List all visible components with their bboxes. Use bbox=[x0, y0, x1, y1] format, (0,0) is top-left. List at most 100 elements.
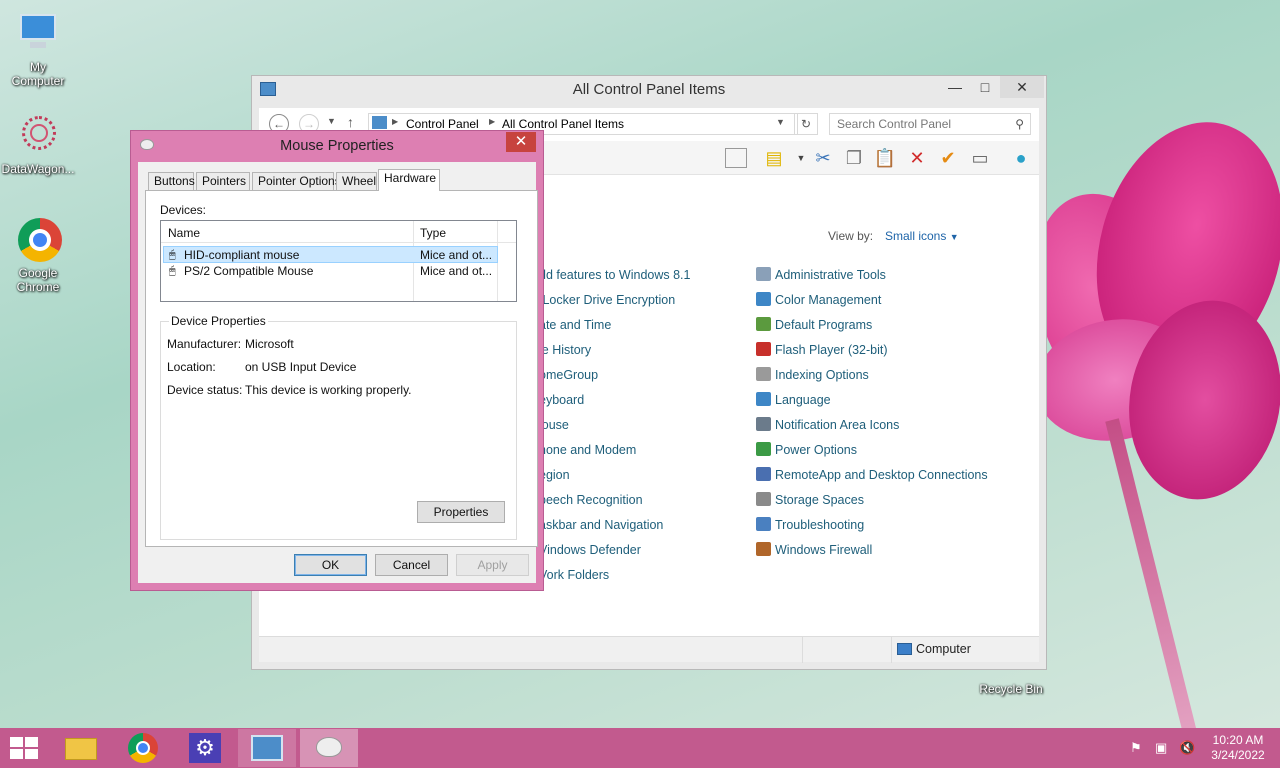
clock[interactable]: 10:20 AM 3/24/2022 bbox=[1206, 733, 1270, 763]
dialog-close-button[interactable]: ✕ bbox=[506, 132, 536, 152]
control-panel-item[interactable]: Windows Firewall bbox=[756, 541, 872, 559]
globe-icon[interactable]: ● bbox=[1009, 146, 1033, 170]
control-panel-icon bbox=[260, 82, 276, 96]
default-programs-icon bbox=[756, 317, 771, 331]
control-panel-item[interactable]: Flash Player (32-bit) bbox=[756, 341, 888, 359]
dialog-body: Buttons Pointers Pointer Options Wheel H… bbox=[138, 162, 538, 583]
tab-pointers[interactable]: Pointers bbox=[196, 172, 250, 190]
minimize-button[interactable]: — bbox=[940, 76, 970, 98]
control-panel-item[interactable]: Default Programs bbox=[756, 316, 872, 334]
dropdown-icon[interactable]: ▼ bbox=[789, 146, 813, 170]
tab-wheel[interactable]: Wheel bbox=[336, 172, 377, 190]
address-dropdown-icon[interactable]: ▼ bbox=[776, 117, 785, 127]
search-input[interactable]: Search Control Panel ⚲ bbox=[829, 113, 1031, 135]
control-panel-item[interactable]: Indexing Options bbox=[756, 366, 869, 384]
mouse-device-icon: 🖱 bbox=[169, 249, 176, 261]
cancel-button[interactable]: Cancel bbox=[375, 554, 448, 576]
control-panel-item[interactable]: Troubleshooting bbox=[756, 516, 864, 534]
control-panel-item[interactable]: Power Options bbox=[756, 441, 857, 459]
control-panel-item[interactable]: hone and Modem bbox=[539, 441, 636, 459]
check-icon[interactable]: ✔ bbox=[936, 146, 960, 170]
maximize-button[interactable]: □ bbox=[970, 76, 1000, 98]
control-panel-item-label: Flash Player (32-bit) bbox=[775, 343, 888, 357]
devices-list[interactable]: Name Type 🖱 HID-compliant mouse Mice and… bbox=[160, 220, 517, 302]
action-center-flag-icon[interactable]: ⚑ bbox=[1130, 740, 1142, 756]
up-button[interactable]: ↑ bbox=[347, 114, 354, 130]
start-button[interactable] bbox=[10, 737, 38, 759]
clock-date: 3/24/2022 bbox=[1211, 748, 1265, 762]
color-management-icon bbox=[756, 292, 771, 306]
taskbar-chrome[interactable] bbox=[114, 729, 172, 767]
control-panel-item[interactable]: Language bbox=[756, 391, 831, 409]
dialog-title: Mouse Properties bbox=[280, 138, 394, 154]
close-button[interactable]: ✕ bbox=[1000, 76, 1044, 98]
volume-muted-icon[interactable]: 🔇 bbox=[1179, 740, 1195, 756]
column-header-type[interactable]: Type bbox=[420, 226, 446, 240]
taskbar-mouse-properties[interactable] bbox=[300, 729, 358, 767]
device-status-value: This device is working properly. bbox=[245, 383, 412, 397]
apply-button[interactable]: Apply bbox=[456, 554, 529, 576]
breadcrumb-control-panel[interactable]: Control Panel bbox=[406, 117, 479, 131]
layout-icon[interactable] bbox=[725, 148, 747, 168]
desktop-icon-google-chrome[interactable]: Google Chrome bbox=[0, 216, 76, 294]
control-panel-item[interactable]: le History bbox=[539, 341, 591, 359]
properties-icon[interactable]: ▤ bbox=[762, 146, 786, 170]
properties-button[interactable]: Properties bbox=[417, 501, 505, 523]
control-panel-icon bbox=[251, 735, 283, 761]
cut-icon[interactable]: ✂ bbox=[811, 146, 835, 170]
desktop-icon-my-computer[interactable]: My Computer bbox=[0, 10, 76, 88]
desktop-icon-recycle-bin[interactable]: Recycle Bin bbox=[973, 682, 1049, 696]
tab-hardware[interactable]: Hardware bbox=[378, 169, 440, 191]
control-panel-item[interactable]: RemoteApp and Desktop Connections bbox=[756, 466, 988, 484]
breadcrumb-all-items[interactable]: All Control Panel Items bbox=[502, 117, 624, 131]
taskbar-file-explorer[interactable] bbox=[52, 729, 110, 767]
search-placeholder: Search Control Panel bbox=[837, 117, 952, 131]
control-panel-item-label: Color Management bbox=[775, 293, 882, 307]
ok-button[interactable]: OK bbox=[294, 554, 367, 576]
control-panel-item[interactable]: ate and Time bbox=[539, 316, 611, 334]
device-row[interactable]: 🖱 PS/2 Compatible Mouse Mice and ot... bbox=[163, 263, 498, 280]
delete-icon[interactable]: ✕ bbox=[905, 146, 929, 170]
copy-icon[interactable]: ❐ bbox=[842, 146, 866, 170]
search-icon: ⚲ bbox=[1015, 117, 1024, 131]
troubleshooting-icon bbox=[756, 517, 771, 531]
taskbar: ⚙ ⚑ ▣ 🔇 10:20 AM 3/24/2022 bbox=[0, 728, 1280, 768]
device-properties-group: Device Properties Manufacturer: Microsof… bbox=[160, 314, 517, 540]
chevron-down-icon: ▼ bbox=[949, 232, 959, 242]
refresh-icon[interactable]: ↻ bbox=[794, 113, 818, 135]
control-panel-item-label: RemoteApp and Desktop Connections bbox=[775, 468, 988, 482]
desktop-icon-datawagon[interactable]: DataWagon... bbox=[0, 112, 76, 176]
control-panel-item-label: Administrative Tools bbox=[775, 268, 886, 282]
control-panel-item[interactable]: Color Management bbox=[756, 291, 881, 309]
tab-pointer-options[interactable]: Pointer Options bbox=[252, 172, 341, 190]
taskbar-control-panel[interactable] bbox=[238, 729, 296, 767]
control-panel-item[interactable]: omeGroup bbox=[539, 366, 598, 384]
device-type: Mice and ot... bbox=[420, 264, 493, 278]
control-panel-item[interactable]: tLocker Drive Encryption bbox=[539, 291, 675, 309]
control-panel-item[interactable]: askbar and Navigation bbox=[539, 516, 663, 534]
computer-icon bbox=[897, 643, 912, 655]
gear-icon: ⚙ bbox=[189, 733, 221, 763]
breadcrumb-separator-icon: ▶ bbox=[489, 117, 496, 126]
control-panel-item[interactable]: peech Recognition bbox=[539, 491, 643, 509]
recent-locations-icon[interactable]: ▼ bbox=[327, 116, 336, 126]
control-panel-item[interactable]: Administrative Tools bbox=[756, 266, 886, 284]
column-header-name[interactable]: Name bbox=[168, 226, 200, 240]
clock-time: 10:20 AM bbox=[1212, 733, 1264, 747]
view-by-value: Small icons bbox=[885, 229, 947, 243]
paste-icon[interactable]: 📋 bbox=[873, 146, 897, 170]
rename-icon[interactable]: ▭ bbox=[968, 146, 992, 170]
view-by-dropdown[interactable]: Small icons ▼ bbox=[885, 229, 959, 243]
tab-buttons[interactable]: Buttons bbox=[148, 172, 195, 190]
control-panel-item[interactable]: Notification Area Icons bbox=[756, 416, 899, 434]
control-panel-item[interactable]: Vork Folders bbox=[539, 566, 609, 584]
remoteapp-icon bbox=[756, 467, 771, 481]
control-panel-item[interactable]: eyboard bbox=[539, 391, 584, 409]
taskbar-settings[interactable]: ⚙ bbox=[176, 729, 234, 767]
network-icon[interactable]: ▣ bbox=[1155, 740, 1167, 756]
control-panel-item[interactable]: dd features to Windows 8.1 bbox=[539, 266, 690, 284]
device-row[interactable]: 🖱 HID-compliant mouse Mice and ot... bbox=[163, 246, 498, 263]
control-panel-item-label: Notification Area Icons bbox=[775, 418, 900, 432]
control-panel-item[interactable]: Vindows Defender bbox=[539, 541, 641, 559]
control-panel-item[interactable]: Storage Spaces bbox=[756, 491, 864, 509]
